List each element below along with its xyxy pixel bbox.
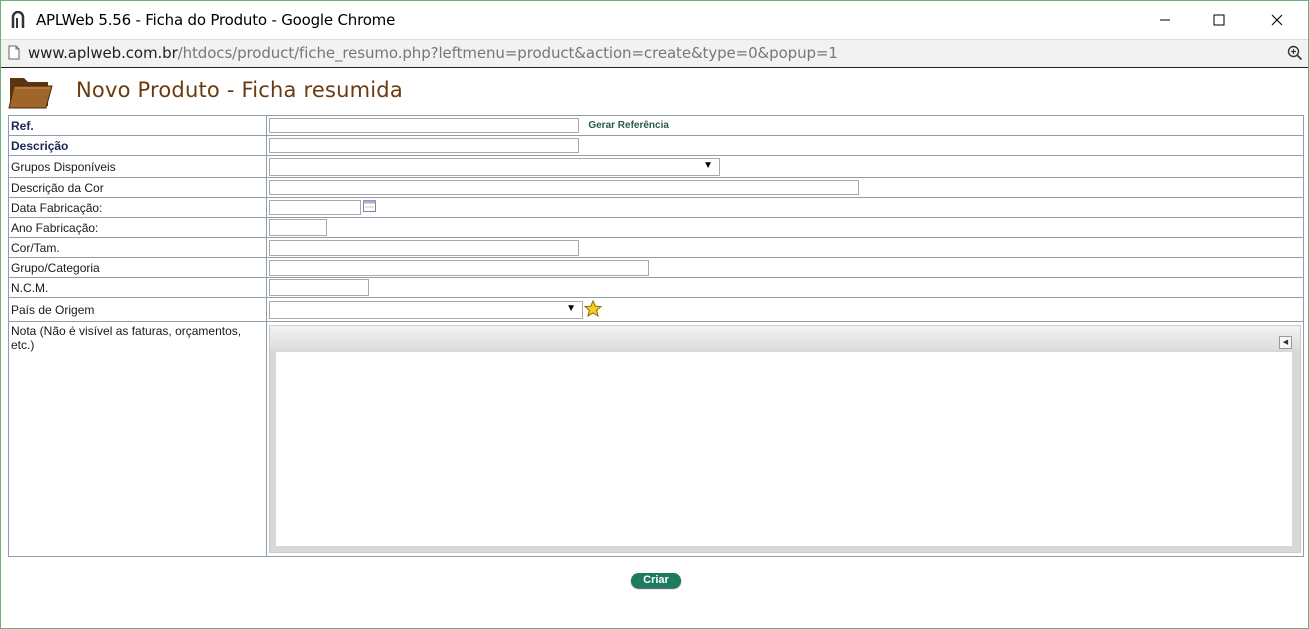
folder-icon — [8, 72, 54, 113]
cor-tam-input[interactable] — [269, 239, 579, 256]
form-row-ref: Ref. Gerar Referência — [8, 115, 1304, 136]
close-icon — [1271, 14, 1283, 26]
form-row-ano-fabricacao: Ano Fabricação: — [8, 217, 1304, 238]
create-button[interactable]: Criar — [631, 573, 681, 588]
pais-origem-label: País de Origem — [8, 297, 267, 322]
descricao-cell — [266, 135, 1304, 156]
grupos-label: Grupos Disponíveis — [8, 155, 267, 178]
ncm-cell — [266, 277, 1304, 298]
grupo-categoria-label: Grupo/Categoria — [8, 257, 267, 278]
form-row-descricao-cor: Descrição da Cor — [8, 177, 1304, 198]
nota-editor: ◀ — [269, 325, 1301, 553]
generate-ref-link[interactable]: Gerar Referência — [588, 120, 669, 131]
form-row-ncm: N.C.M. — [8, 277, 1304, 298]
descricao-cor-label: Descrição da Cor — [8, 177, 267, 198]
grupo-categoria-input[interactable] — [269, 259, 649, 276]
descricao-label: Descrição — [8, 135, 267, 156]
descricao-cor-cell — [266, 177, 1304, 198]
ano-fabricacao-input[interactable] — [269, 219, 327, 236]
data-fabricacao-input[interactable] — [269, 200, 361, 216]
address-bar[interactable]: www.aplweb.com.br/htdocs/product/fiche_r… — [1, 39, 1308, 68]
descricao-input[interactable] — [269, 138, 579, 154]
page-icon — [8, 45, 20, 63]
url-text[interactable]: www.aplweb.com.br/htdocs/product/fiche_r… — [28, 44, 838, 62]
ano-fabricacao-cell — [266, 217, 1304, 238]
minimize-button[interactable] — [1142, 1, 1188, 39]
form-row-grupo-categoria: Grupo/Categoria — [8, 257, 1304, 278]
nota-label: Nota (Não é visível as faturas, orçament… — [8, 321, 267, 557]
page-content: Novo Produto - Ficha resumida Ref. Gerar… — [1, 67, 1308, 628]
app-icon — [11, 10, 25, 29]
maximize-button[interactable] — [1196, 1, 1242, 39]
form-row-nota: Nota (Não é visível as faturas, orçament… — [8, 321, 1304, 557]
zoom-icon[interactable] — [1287, 45, 1303, 64]
grupo-categoria-cell — [266, 257, 1304, 278]
grupos-cell: ▼ — [266, 155, 1304, 178]
window-title: APLWeb 5.56 - Ficha do Produto - Google … — [36, 11, 396, 29]
form-row-pais-origem: País de Origem ▼ — [8, 297, 1304, 322]
form-row-data-fabricacao: Data Fabricação: — [8, 197, 1304, 218]
url-path: /htdocs/product/fiche_resumo.php?leftmen… — [177, 44, 838, 62]
editor-toolbar: ◀ — [270, 326, 1300, 350]
data-fabricacao-cell — [266, 197, 1304, 218]
nota-cell: ◀ — [266, 321, 1304, 557]
ref-input[interactable] — [269, 118, 579, 134]
star-icon[interactable] — [583, 299, 603, 320]
pais-origem-select[interactable]: ▼ — [269, 300, 583, 319]
ano-fabricacao-label: Ano Fabricação: — [8, 217, 267, 238]
grupos-select[interactable]: ▼ — [269, 157, 720, 176]
page-title: Novo Produto - Ficha resumida — [76, 78, 403, 102]
pais-origem-cell: ▼ — [266, 297, 1304, 322]
ncm-label: N.C.M. — [8, 277, 267, 298]
minimize-icon — [1160, 19, 1170, 21]
chevron-down-icon: ▼ — [703, 159, 713, 171]
nota-textarea[interactable] — [276, 352, 1292, 546]
title-bar: APLWeb 5.56 - Ficha do Produto - Google … — [1, 1, 1308, 39]
cor-tam-cell — [266, 237, 1304, 258]
url-host: www.aplweb.com.br — [28, 44, 178, 62]
form-row-descricao: Descrição — [8, 135, 1304, 156]
ncm-input[interactable] — [269, 279, 369, 296]
chevron-down-icon: ▼ — [566, 302, 576, 314]
ref-cell: Gerar Referência — [266, 115, 1304, 136]
product-form: Ref. Gerar Referência Descrição Grupos D… — [8, 115, 1304, 557]
calendar-icon[interactable] — [363, 200, 376, 215]
form-row-cor-tam: Cor/Tam. — [8, 237, 1304, 258]
cor-tam-label: Cor/Tam. — [8, 237, 267, 258]
data-fabricacao-label: Data Fabricação: — [8, 197, 267, 218]
maximize-icon — [1213, 14, 1225, 26]
form-row-grupos: Grupos Disponíveis ▼ — [8, 155, 1304, 178]
close-button[interactable] — [1254, 1, 1300, 39]
ref-label: Ref. — [8, 115, 267, 136]
collapse-icon[interactable]: ◀ — [1279, 336, 1292, 349]
descricao-cor-input[interactable] — [269, 180, 859, 196]
browser-window: APLWeb 5.56 - Ficha do Produto - Google … — [0, 0, 1309, 629]
